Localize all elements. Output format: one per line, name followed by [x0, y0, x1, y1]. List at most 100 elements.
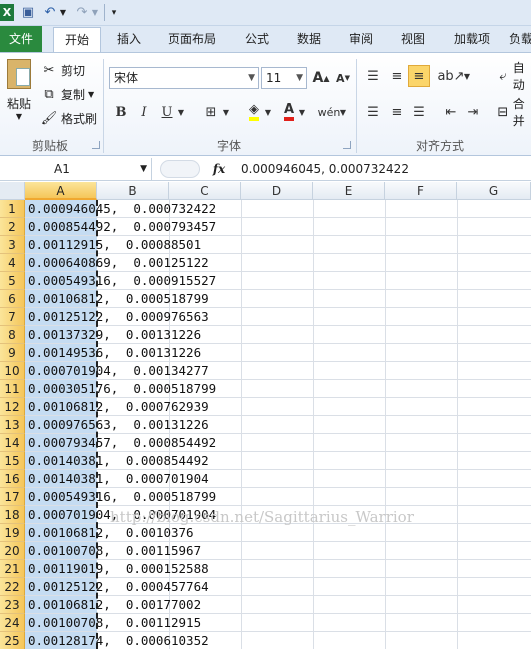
- cell-a[interactable]: 0.00112915, 0.00088501: [28, 236, 201, 254]
- row-header[interactable]: 3: [0, 236, 25, 254]
- row-header[interactable]: 17: [0, 488, 25, 506]
- cell-a[interactable]: 0.00106812, 0.00177002: [28, 596, 201, 614]
- align-right-icon[interactable]: ☰: [408, 101, 430, 123]
- clipboard-launcher-icon[interactable]: [92, 141, 100, 149]
- font-size-combo[interactable]: 11 ▼: [261, 67, 307, 89]
- cell-a[interactable]: 0.00137329, 0.00131226: [28, 326, 201, 344]
- fill-color-icon[interactable]: ◈: [243, 101, 265, 123]
- tab-home[interactable]: 开始: [53, 27, 101, 53]
- font-name-combo[interactable]: 宋体 ▼: [109, 67, 259, 89]
- cell-a[interactable]: 0.00106812, 0.0010376: [28, 524, 194, 542]
- row-header[interactable]: 16: [0, 470, 25, 488]
- row-header[interactable]: 12: [0, 398, 25, 416]
- worksheet-grid[interactable]: A B C D E F G 1 0.000946045, 0.000732422 2…: [0, 182, 531, 649]
- fill-color-dropdown-icon[interactable]: ▼: [263, 101, 273, 123]
- row-header[interactable]: 1: [0, 200, 25, 218]
- cell-a[interactable]: 0.000854492, 0.000793457: [28, 218, 216, 236]
- paste-button[interactable]: 粘贴 ▼: [4, 59, 34, 129]
- merge-center-button[interactable]: ⊟ 合并: [496, 97, 531, 128]
- cell-a[interactable]: 0.00125122, 0.000457764: [28, 578, 209, 596]
- border-icon[interactable]: ⊞: [200, 101, 222, 123]
- phonetic-dropdown-icon[interactable]: ▼: [338, 101, 348, 123]
- row-header[interactable]: 19: [0, 524, 25, 542]
- tab-addins[interactable]: 加载项: [446, 27, 498, 52]
- align-left-icon[interactable]: ☰: [362, 101, 384, 123]
- select-all-corner[interactable]: [0, 182, 25, 200]
- tab-view[interactable]: 视图: [392, 27, 434, 52]
- row-header[interactable]: 10: [0, 362, 25, 380]
- cell-a[interactable]: 0.000793457, 0.000854492: [28, 434, 216, 452]
- row-header[interactable]: 25: [0, 632, 25, 649]
- cell-a[interactable]: 0.00125122, 0.000976563: [28, 308, 209, 326]
- increase-indent-icon[interactable]: ⇥: [462, 101, 484, 123]
- excel-icon[interactable]: X: [0, 4, 14, 21]
- row-header[interactable]: 24: [0, 614, 25, 632]
- cell-a[interactable]: 0.00140381, 0.000854492: [28, 452, 209, 470]
- row-header[interactable]: 6: [0, 290, 25, 308]
- column-header-f[interactable]: F: [385, 182, 457, 200]
- cut-button[interactable]: ✂ 剪切: [40, 61, 85, 79]
- cell-a[interactable]: 0.00140381, 0.000701904: [28, 470, 209, 488]
- font-launcher-icon[interactable]: [343, 141, 351, 149]
- undo-dropdown-icon[interactable]: ▼: [58, 4, 68, 21]
- row-header[interactable]: 18: [0, 506, 25, 524]
- row-header[interactable]: 7: [0, 308, 25, 326]
- row-header[interactable]: 14: [0, 434, 25, 452]
- align-top-icon[interactable]: ☰: [362, 65, 384, 87]
- column-header-e[interactable]: E: [313, 182, 385, 200]
- insert-function-button[interactable]: fx: [208, 158, 230, 180]
- align-middle-icon[interactable]: ≡: [386, 65, 408, 87]
- orientation-dropdown-icon[interactable]: ▼: [462, 65, 472, 87]
- tab-file[interactable]: 文件: [0, 26, 42, 52]
- tab-review[interactable]: 审阅: [340, 27, 382, 52]
- orientation-icon[interactable]: ab↗: [437, 65, 464, 87]
- row-header[interactable]: 4: [0, 254, 25, 272]
- underline-button[interactable]: U: [156, 101, 178, 123]
- cell-a[interactable]: 0.00149536, 0.00131226: [28, 344, 201, 362]
- tab-insert[interactable]: 插入: [108, 27, 150, 52]
- cell-a[interactable]: 0.000976563, 0.00131226: [28, 416, 209, 434]
- row-header[interactable]: 2: [0, 218, 25, 236]
- copy-button[interactable]: ⧉ 复制 ▼: [40, 85, 94, 103]
- row-header[interactable]: 8: [0, 326, 25, 344]
- row-header[interactable]: 13: [0, 416, 25, 434]
- font-color-dropdown-icon[interactable]: ▼: [297, 101, 307, 123]
- formula-input[interactable]: 0.000946045, 0.000732422: [241, 158, 409, 180]
- align-center-icon[interactable]: ≡: [386, 101, 408, 123]
- column-header-a[interactable]: A: [25, 182, 97, 200]
- underline-dropdown-icon[interactable]: ▼: [176, 101, 186, 123]
- undo-icon[interactable]: ↶: [42, 4, 58, 21]
- save-icon[interactable]: ▣: [20, 4, 36, 21]
- phonetic-icon[interactable]: wén: [318, 101, 341, 123]
- cell-a[interactable]: 0.00100708, 0.00112915: [28, 614, 201, 632]
- formula-bar-splitter[interactable]: [160, 160, 200, 178]
- shrink-font-icon[interactable]: A ▼: [332, 67, 354, 89]
- row-header[interactable]: 5: [0, 272, 25, 290]
- bold-button[interactable]: B: [110, 101, 132, 123]
- grow-font-icon[interactable]: A ▲: [310, 67, 332, 89]
- italic-button[interactable]: I: [133, 101, 155, 123]
- wrap-text-button[interactable]: ⤶ 自动: [496, 61, 531, 92]
- column-header-c[interactable]: C: [169, 182, 241, 200]
- cell-a[interactable]: 0.000701904, 0.00134277: [28, 362, 209, 380]
- tab-data[interactable]: 数据: [288, 27, 330, 52]
- column-header-g[interactable]: G: [457, 182, 531, 200]
- cell-a[interactable]: 0.00106812, 0.000762939: [28, 398, 209, 416]
- row-header[interactable]: 15: [0, 452, 25, 470]
- tab-page-layout[interactable]: 页面布局: [160, 27, 224, 52]
- cell-a[interactable]: 0.000305176, 0.000518799: [28, 380, 216, 398]
- tab-load-test[interactable]: 负载: [509, 27, 531, 52]
- redo-dropdown-icon[interactable]: ▼: [90, 4, 100, 21]
- customize-toolbar-icon[interactable]: ▾: [108, 4, 120, 21]
- cell-a[interactable]: 0.000640869, 0.00125122: [28, 254, 209, 272]
- cell-a[interactable]: 0.00100708, 0.00115967: [28, 542, 201, 560]
- redo-icon[interactable]: ↷: [74, 4, 90, 21]
- row-header[interactable]: 22: [0, 578, 25, 596]
- tab-formulas[interactable]: 公式: [236, 27, 278, 52]
- format-painter-button[interactable]: 🖌 格式刷: [40, 109, 97, 127]
- cell-a[interactable]: 0.00128174, 0.000610352: [28, 632, 209, 649]
- name-box[interactable]: A1 ▼: [0, 158, 152, 180]
- row-header[interactable]: 11: [0, 380, 25, 398]
- align-bottom-icon[interactable]: ≡: [408, 65, 430, 87]
- column-header-b[interactable]: B: [97, 182, 169, 200]
